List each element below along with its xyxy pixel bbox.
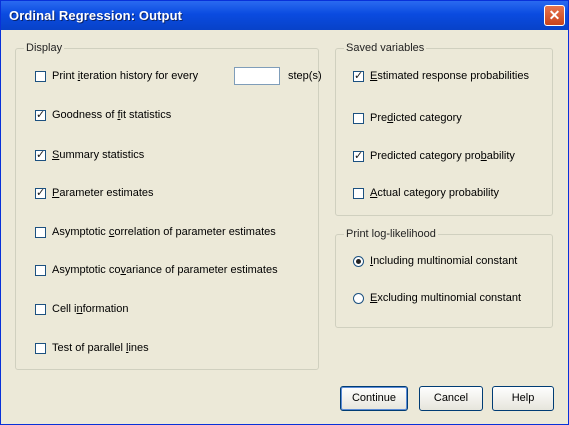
- help-button[interactable]: Help: [492, 386, 554, 411]
- display-option[interactable]: Parameter estimates: [35, 186, 315, 202]
- display-option[interactable]: Test of parallel lines: [35, 342, 315, 357]
- iteration-history-label: Print iteration history for every: [52, 70, 199, 82]
- saved-option[interactable]: Predicted category: [353, 112, 551, 127]
- excluding-constant-radio[interactable]: [353, 293, 364, 304]
- saved-option[interactable]: Predicted category probability: [353, 149, 551, 165]
- including-constant-radio[interactable]: [353, 256, 364, 267]
- display-option[interactable]: Summary statistics: [35, 148, 315, 164]
- estimated-probabilities-label: Estimated response probabilities: [370, 70, 529, 82]
- asymptotic-covariance-label: Asymptotic covariance of parameter estim…: [52, 264, 278, 276]
- asymptotic-correlation-checkbox[interactable]: [35, 227, 46, 238]
- display-option[interactable]: Asymptotic correlation of parameter esti…: [35, 226, 315, 241]
- parallel-lines-checkbox[interactable]: [35, 343, 46, 354]
- log-likelihood-option[interactable]: Including multinomial constant: [353, 255, 551, 270]
- predicted-probability-label: Predicted category probability: [370, 150, 515, 162]
- parallel-lines-label: Test of parallel lines: [52, 342, 149, 354]
- display-option[interactable]: Asymptotic covariance of parameter estim…: [35, 264, 315, 279]
- parameter-estimates-label: Parameter estimates: [52, 187, 154, 199]
- continue-button[interactable]: Continue: [340, 386, 408, 411]
- summary-statistics-checkbox[interactable]: [35, 148, 46, 161]
- display-legend: Display: [24, 42, 65, 54]
- iteration-steps-input[interactable]: [234, 67, 280, 85]
- iteration-history-option[interactable]: Print iteration history for every step(s…: [35, 67, 322, 85]
- saved-variables-group: Saved variables Estimated response proba…: [335, 42, 553, 216]
- goodness-of-fit-label: Goodness of fit statistics: [52, 109, 172, 121]
- summary-statistics-label: Summary statistics: [52, 149, 145, 161]
- log-likelihood-group: Print log-likelihood Including multinomi…: [335, 228, 553, 328]
- cell-information-label: Cell information: [52, 303, 129, 315]
- actual-probability-checkbox[interactable]: [353, 188, 364, 199]
- saved-option[interactable]: Estimated response probabilities: [353, 69, 551, 85]
- display-option[interactable]: Cell information: [35, 303, 315, 318]
- dialog-window: Ordinal Regression: Output ✕ Display Pri…: [0, 0, 569, 425]
- close-icon[interactable]: ✕: [544, 5, 565, 26]
- asymptotic-covariance-checkbox[interactable]: [35, 265, 46, 276]
- window-title: Ordinal Regression: Output: [9, 8, 183, 23]
- including-constant-label: Including multinomial constant: [370, 255, 518, 267]
- goodness-of-fit-checkbox[interactable]: [35, 108, 46, 121]
- log-likelihood-legend: Print log-likelihood: [344, 228, 438, 240]
- excluding-constant-label: Excluding multinomial constant: [370, 292, 522, 304]
- saved-option[interactable]: Actual category probability: [353, 187, 551, 202]
- asymptotic-correlation-label: Asymptotic correlation of parameter esti…: [52, 226, 276, 238]
- parameter-estimates-checkbox[interactable]: [35, 186, 46, 199]
- iteration-history-checkbox[interactable]: [35, 71, 46, 82]
- steps-suffix-label: step(s): [288, 70, 322, 82]
- predicted-category-label: Predicted category: [370, 112, 462, 124]
- actual-probability-label: Actual category probability: [370, 187, 500, 199]
- saved-variables-legend: Saved variables: [344, 42, 427, 54]
- estimated-probabilities-checkbox[interactable]: [353, 69, 364, 82]
- cancel-button[interactable]: Cancel: [419, 386, 483, 411]
- cell-information-checkbox[interactable]: [35, 304, 46, 315]
- title-bar[interactable]: Ordinal Regression: Output ✕: [1, 1, 568, 30]
- display-option[interactable]: Goodness of fit statistics: [35, 108, 315, 124]
- display-group: Display Print iteration history for ever…: [15, 42, 322, 370]
- log-likelihood-option[interactable]: Excluding multinomial constant: [353, 292, 551, 307]
- predicted-probability-checkbox[interactable]: [353, 149, 364, 162]
- predicted-category-checkbox[interactable]: [353, 113, 364, 124]
